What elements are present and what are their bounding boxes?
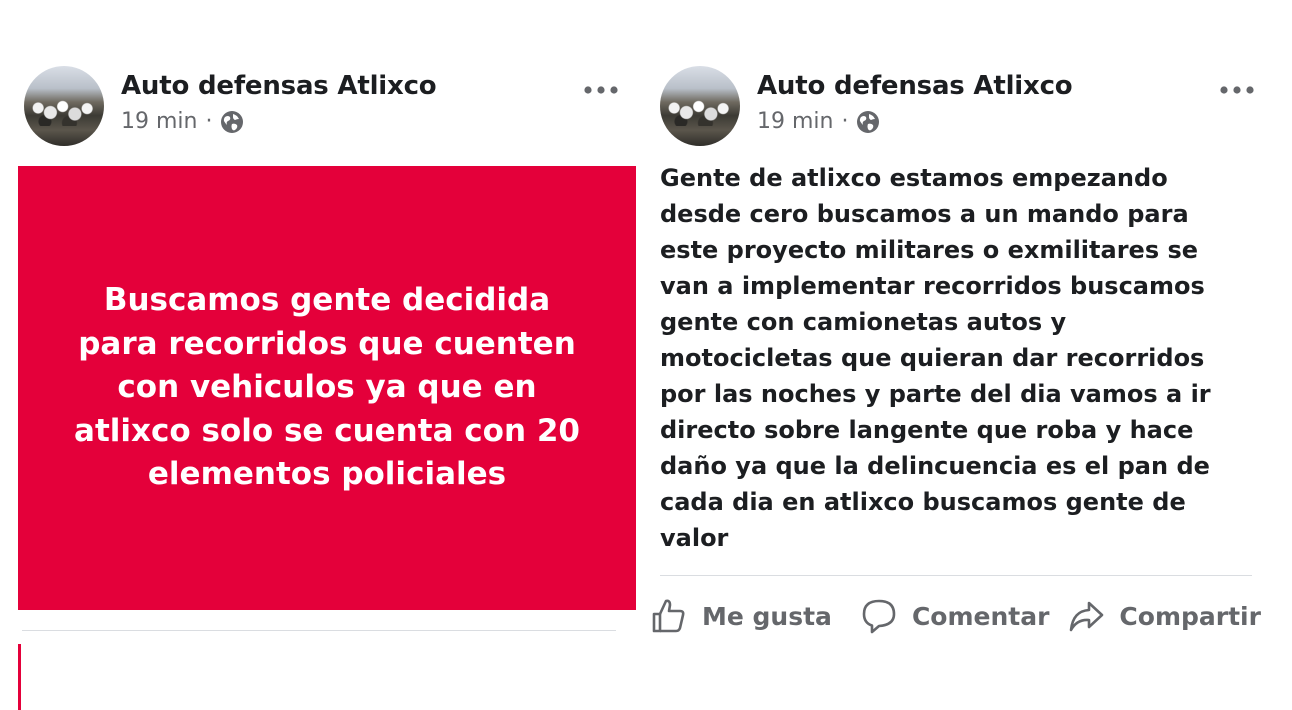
- author-name[interactable]: Auto defensas Atlixco: [121, 71, 437, 101]
- more-options-icon[interactable]: [1217, 82, 1257, 98]
- page-avatar[interactable]: [24, 66, 104, 146]
- post-body-text: Gente de atlixco estamos empezando desde…: [660, 164, 1211, 552]
- accent-bar: [18, 644, 21, 710]
- author-name[interactable]: Auto defensas Atlixco: [757, 71, 1073, 101]
- divider: [22, 630, 616, 631]
- post-actions-bar: Me gusta Comentar Compartir: [650, 594, 1290, 638]
- globe-icon: [857, 110, 880, 133]
- comment-button[interactable]: Comentar: [860, 597, 1049, 635]
- share-icon: [1070, 601, 1104, 632]
- post-left: Auto defensas Atlixco 19 min · Buscamos …: [0, 0, 640, 710]
- post-meta: 19 min ·: [757, 109, 880, 134]
- share-button[interactable]: Compartir: [1067, 597, 1261, 635]
- globe-icon: [221, 110, 244, 133]
- card-text: Buscamos gente decidida para recorridos …: [74, 282, 580, 493]
- like-button[interactable]: Me gusta: [650, 597, 832, 635]
- share-label: Compartir: [1119, 601, 1261, 631]
- thumbs-up-icon: [652, 599, 685, 633]
- meta-separator: ·: [841, 109, 849, 134]
- post-meta: 19 min ·: [121, 109, 244, 134]
- comment-label: Comentar: [911, 601, 1050, 631]
- more-options-icon[interactable]: [581, 82, 621, 98]
- post-time[interactable]: 19 min: [757, 109, 833, 134]
- divider: [660, 575, 1252, 576]
- post-right: Auto defensas Atlixco 19 min · Gente de …: [640, 0, 1292, 710]
- post-time[interactable]: 19 min: [121, 109, 197, 134]
- meta-separator: ·: [205, 109, 213, 134]
- comment-icon: [862, 599, 896, 634]
- page-avatar[interactable]: [660, 66, 740, 146]
- like-label: Me gusta: [702, 601, 832, 631]
- text-background-card: Buscamos gente decidida para recorridos …: [18, 166, 636, 610]
